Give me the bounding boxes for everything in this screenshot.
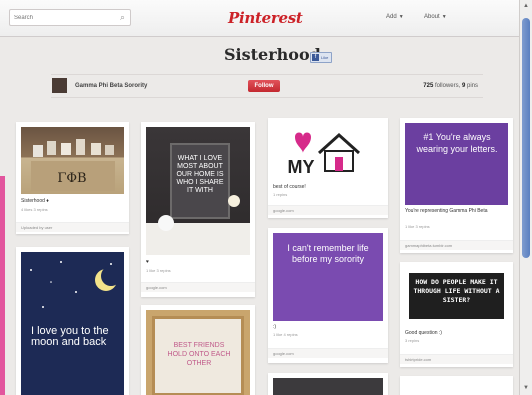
greek-letters: ΓΦB [57, 171, 86, 186]
owner-name[interactable]: Gamma Phi Beta Sorority [75, 83, 147, 89]
heart-my-home-art: MY [288, 132, 361, 177]
followers-label: followers, [434, 83, 461, 89]
top-navigation: ⌕ Pinterest Add▼ About▼ [0, 0, 519, 37]
pin-description: Sisterhood ♦ [21, 198, 49, 204]
avatar[interactable] [52, 78, 67, 93]
pin-image[interactable]: MY [273, 123, 383, 181]
board-stats: 725 followers, 9 pins [423, 83, 478, 89]
facebook-like-button[interactable]: f Like [310, 52, 332, 63]
pinterest-logo[interactable]: Pinterest [228, 9, 303, 27]
pin-stats: 1 like 4 repins [273, 332, 298, 337]
pin-description: Good question :) [405, 330, 442, 336]
pin-card[interactable]: I love you to the moon and back [16, 247, 129, 395]
follow-button[interactable]: Follow [248, 80, 280, 92]
pin-card[interactable]: BEST FRIENDS HOLD ONTO EACH OTHER [141, 305, 255, 395]
sisterhood-photo: ΓΦB [31, 139, 115, 191]
pin-description: best of course! [273, 184, 306, 190]
browser-page: ⌕ Pinterest Add▼ About▼ Sisterhood f Lik… [0, 0, 532, 395]
chevron-down-icon: ▼ [441, 14, 447, 20]
search-box[interactable]: ⌕ [9, 9, 131, 26]
letters-poster-text: #1 You're always wearing your letters. [416, 132, 498, 154]
search-icon[interactable]: ⌕ [117, 12, 128, 23]
board-title: Sisterhood [224, 45, 321, 64]
pins-label: pins [466, 83, 478, 89]
about-menu-button[interactable]: About ▼ [424, 14, 447, 20]
pin-card[interactable]: MY best of course! 1 repins google.com [268, 118, 388, 218]
pin-stats: 1 like 3 repins [146, 268, 171, 273]
pin-image[interactable]: I can't remember life before my sorority [273, 233, 383, 321]
search-input[interactable] [10, 10, 118, 25]
pin-description: ♥ [146, 259, 149, 265]
add-label: Add [386, 14, 397, 20]
pin-source[interactable]: google.com [268, 205, 388, 215]
pin-image[interactable]: I love you to the moon and back [21, 252, 124, 395]
pin-card[interactable] [268, 373, 388, 395]
pin-description: You're representing Gamma Phi Beta [405, 208, 488, 214]
cross-stitch-text: BEST FRIENDS HOLD ONTO EACH OTHER [167, 342, 231, 367]
pin-source[interactable]: gammaphibeta.tumblr.com [400, 240, 513, 250]
moon-poster-text: I love you to the moon and back [31, 325, 109, 348]
page-edge-decoration [0, 176, 5, 395]
pin-stats: 1 repins [273, 192, 288, 197]
sister-quote-panel: HOW DO PEOPLE MAKE IT THROUGH LIFE WITHO… [409, 273, 504, 319]
scroll-down-icon[interactable]: ▼ [523, 385, 529, 391]
flower [228, 195, 240, 207]
facebook-icon: f [312, 54, 319, 61]
sorority-poster-text: I can't remember life before my sorority [287, 243, 369, 264]
pin-image[interactable]: HOW DO PEOPLE MAKE IT THROUGH LIFE WITHO… [405, 267, 508, 325]
pin-source[interactable]: google.com [268, 348, 388, 358]
pin-image[interactable]: WHAT I LOVE MOST ABOUT OUR HOME IS WHO I… [146, 127, 250, 255]
pin-card[interactable]: WHAT I LOVE MOST ABOUT OUR HOME IS WHO I… [141, 122, 255, 297]
about-label: About [424, 14, 440, 20]
framed-print: WHAT I LOVE MOST ABOUT OUR HOME IS WHO I… [170, 143, 230, 219]
pin-stats: 3 repins [405, 338, 420, 343]
like-label: Like [321, 55, 329, 60]
followers-count: 725 [423, 83, 434, 89]
framed-cross-stitch: BEST FRIENDS HOLD ONTO EACH OTHER [152, 316, 244, 395]
pin-card[interactable]: I can't remember life before my sorority… [268, 228, 388, 363]
vertical-scrollbar[interactable]: ▲ ▼ [519, 0, 532, 395]
scroll-up-icon[interactable]: ▲ [523, 3, 529, 9]
pin-image[interactable]: ΓΦB [21, 127, 124, 194]
moon-poster [30, 261, 121, 308]
board-owner-bar: Gamma Phi Beta Sorority Follow 725 follo… [51, 74, 483, 98]
scrollbar-thumb[interactable] [522, 18, 530, 258]
pin-stats: 1 like 3 repins [405, 224, 430, 229]
pin-source[interactable]: tshirtpride.com [400, 354, 513, 364]
pin-card[interactable] [400, 376, 513, 395]
pin-source[interactable]: Uploaded by user [16, 222, 129, 232]
pin-image[interactable]: BEST FRIENDS HOLD ONTO EACH OTHER [146, 310, 250, 395]
pin-description: :) [273, 324, 277, 330]
pin-stats: 4 likes 3 repins [21, 207, 48, 212]
framed-print-text: WHAT I LOVE MOST ABOUT OUR HOME IS WHO I… [176, 155, 224, 194]
pin-source[interactable]: google.com [141, 282, 255, 292]
pin-card[interactable]: #1 You're always wearing your letters. Y… [400, 118, 513, 253]
pin-card[interactable]: ΓΦB Sisterhood ♦ 4 likes 3 repins Upload… [16, 122, 129, 234]
vase [158, 215, 174, 231]
pin-image[interactable]: #1 You're always wearing your letters. [405, 123, 508, 205]
add-menu-button[interactable]: Add ▼ [386, 14, 404, 20]
pins-count: 9 [461, 83, 466, 89]
pin-card[interactable]: HOW DO PEOPLE MAKE IT THROUGH LIFE WITHO… [400, 262, 513, 367]
sister-quote-text: HOW DO PEOPLE MAKE IT THROUGH LIFE WITHO… [413, 278, 500, 304]
my-text: MY [288, 157, 315, 177]
pin-image[interactable] [273, 378, 383, 395]
chevron-down-icon: ▼ [398, 14, 404, 20]
